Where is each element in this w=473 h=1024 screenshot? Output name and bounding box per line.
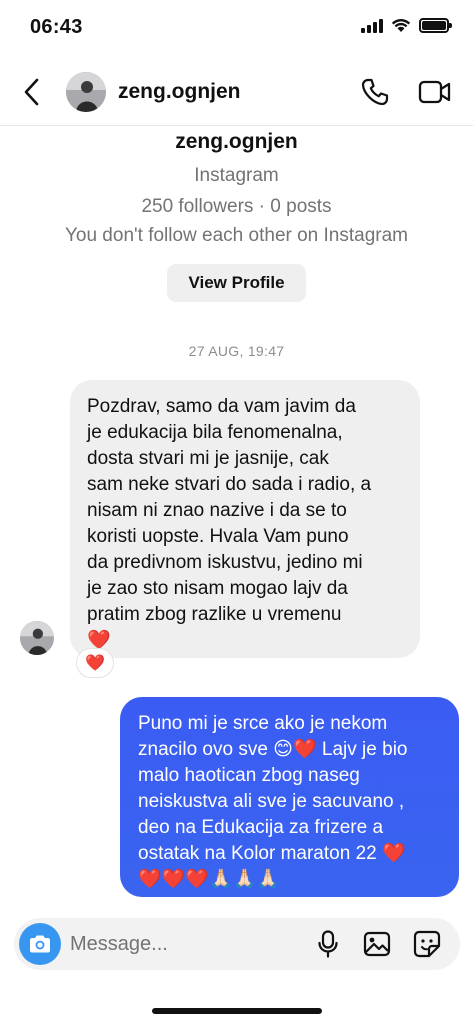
message-input[interactable] xyxy=(70,931,290,957)
sticker-button[interactable] xyxy=(412,929,442,959)
sticker-icon xyxy=(413,930,441,958)
home-indicator[interactable] xyxy=(152,1008,322,1014)
cellular-signal-icon xyxy=(361,18,383,33)
incoming-message-text: Pozdrav, samo da vam javim da je edukaci… xyxy=(87,396,372,651)
message-timestamp: 27 AUG, 19:47 xyxy=(188,343,285,359)
header-avatar[interactable] xyxy=(66,72,106,112)
profile-name: zeng.ognjen xyxy=(175,130,298,153)
voice-message-button[interactable] xyxy=(314,930,342,958)
header-username[interactable]: zeng.ognjen xyxy=(118,80,241,104)
profile-summary: zeng.ognjen Instagram 250 followers · 0 … xyxy=(0,126,473,302)
chevron-left-icon xyxy=(24,78,39,106)
profile-stats: 250 followers · 0 posts xyxy=(141,196,332,217)
microphone-icon xyxy=(318,930,338,958)
avatar-photo xyxy=(20,621,54,655)
camera-icon xyxy=(30,935,50,953)
status-time: 06:43 xyxy=(30,16,83,38)
call-button[interactable] xyxy=(357,74,393,110)
outgoing-message-text: Puno mi je srce ako je nekom znacilo ovo… xyxy=(138,713,408,890)
phone-icon xyxy=(361,78,389,106)
outgoing-message-bubble[interactable]: Puno mi je srce ako je nekom znacilo ovo… xyxy=(120,697,459,897)
status-icons xyxy=(361,18,452,33)
sender-avatar[interactable] xyxy=(20,621,54,655)
image-icon xyxy=(363,931,391,957)
chat-header: zeng.ognjen xyxy=(0,58,473,126)
message-composer xyxy=(14,918,460,970)
back-button[interactable] xyxy=(14,74,50,110)
gallery-button[interactable] xyxy=(362,930,392,958)
camera-button[interactable] xyxy=(19,923,61,965)
battery-icon xyxy=(419,18,452,33)
heart-reaction[interactable]: ❤️ xyxy=(76,648,114,678)
wifi-icon xyxy=(391,18,411,32)
view-profile-button[interactable]: View Profile xyxy=(167,264,306,302)
video-camera-icon xyxy=(418,80,451,104)
follow-status: You don't follow each other on Instagram xyxy=(64,225,409,246)
status-bar: 06:43 xyxy=(0,0,473,56)
incoming-message-bubble[interactable]: Pozdrav, samo da vam javim da je edukaci… xyxy=(70,380,420,658)
video-call-button[interactable] xyxy=(415,74,455,110)
profile-platform: Instagram xyxy=(194,165,279,186)
avatar-photo xyxy=(66,72,106,112)
